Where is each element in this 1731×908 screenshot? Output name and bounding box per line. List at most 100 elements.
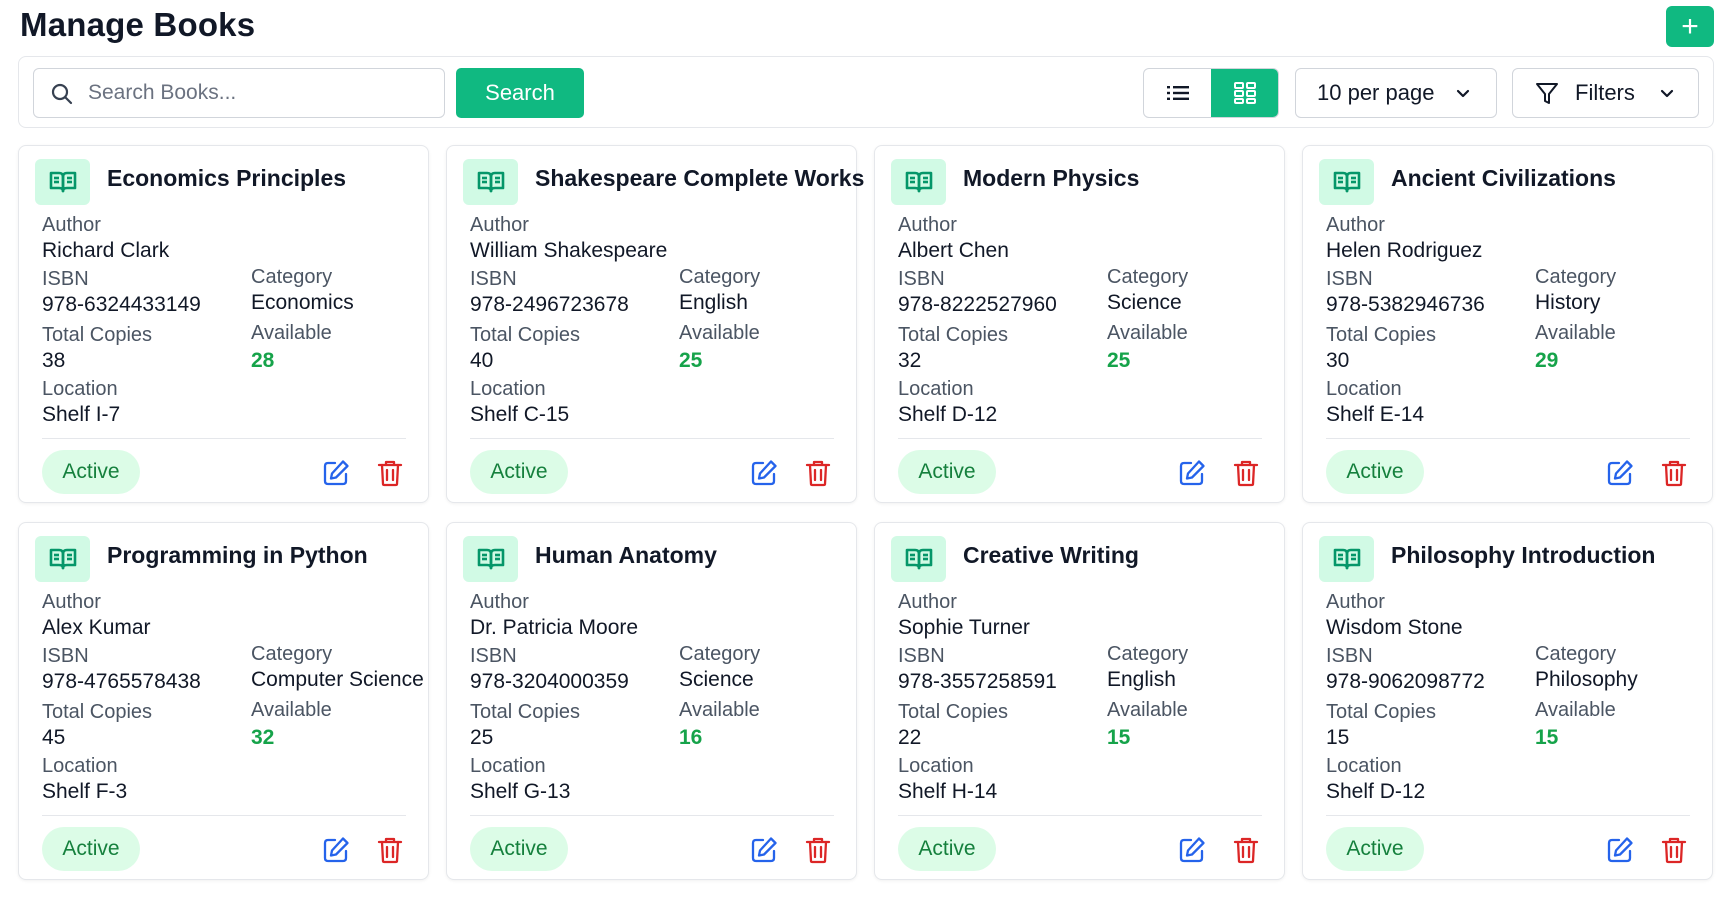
search-box[interactable]: [33, 68, 445, 118]
list-view-button[interactable]: [1144, 69, 1211, 117]
author-label: Author: [1326, 214, 1385, 236]
category-label: Category: [251, 643, 333, 665]
card-divider: [1326, 815, 1690, 816]
trash-icon[interactable]: [1661, 836, 1687, 864]
edit-icon[interactable]: [750, 459, 778, 487]
author-label: Author: [1326, 591, 1385, 613]
search-icon: [51, 83, 73, 105]
card-divider: [1326, 438, 1690, 439]
author-value: Helen Rodriguez: [1326, 239, 1483, 262]
trash-icon[interactable]: [805, 459, 831, 487]
book-open-icon: [905, 548, 932, 570]
total-copies-value: 32: [898, 349, 922, 372]
book-icon-badge: [891, 536, 946, 582]
status-badge: Active: [42, 450, 140, 494]
status-badge: Active: [898, 827, 996, 871]
isbn-label: ISBN: [470, 645, 517, 667]
total-copies-value: 22: [898, 726, 922, 749]
location-label: Location: [898, 755, 974, 777]
book-open-icon: [49, 548, 76, 570]
location-label: Location: [1326, 755, 1402, 777]
book-grid: Economics Principles Author Richard Clar…: [18, 145, 1713, 880]
author-label: Author: [470, 591, 529, 613]
trash-icon[interactable]: [805, 836, 831, 864]
isbn-label: ISBN: [470, 268, 517, 290]
filters-dropdown[interactable]: Filters: [1512, 68, 1699, 118]
author-value: Wisdom Stone: [1326, 616, 1463, 639]
card-divider: [470, 815, 834, 816]
edit-icon[interactable]: [1178, 836, 1206, 864]
available-value: 25: [679, 349, 703, 372]
book-card: Human Anatomy Author Dr. Patricia Moore …: [446, 522, 857, 880]
available-label: Available: [251, 322, 332, 344]
book-title: Programming in Python: [107, 542, 368, 568]
author-value: Sophie Turner: [898, 616, 1030, 639]
category-value: History: [1535, 291, 1601, 314]
book-card: Ancient Civilizations Author Helen Rodri…: [1302, 145, 1713, 503]
isbn-value: 978-4765578438: [42, 670, 201, 693]
available-value: 15: [1107, 726, 1131, 749]
total-copies-label: Total Copies: [42, 701, 153, 723]
category-value: Science: [679, 668, 754, 691]
category-value: Economics: [251, 291, 354, 314]
category-value: Science: [1107, 291, 1182, 314]
available-label: Available: [1535, 699, 1616, 721]
available-value: 32: [251, 726, 275, 749]
card-divider: [898, 438, 1262, 439]
category-label: Category: [251, 266, 333, 288]
total-copies-label: Total Copies: [1326, 324, 1437, 346]
book-open-icon: [1333, 171, 1360, 193]
book-title: Economics Principles: [107, 165, 347, 191]
per-page-select[interactable]: 10 per page: [1295, 68, 1497, 118]
category-label: Category: [1107, 643, 1189, 665]
edit-icon[interactable]: [1178, 459, 1206, 487]
author-value: Richard Clark: [42, 239, 170, 262]
status-badge: Active: [470, 450, 568, 494]
edit-icon[interactable]: [322, 836, 350, 864]
isbn-value: 978-2496723678: [470, 293, 629, 316]
edit-icon[interactable]: [1606, 459, 1634, 487]
total-copies-value: 40: [470, 349, 494, 372]
trash-icon[interactable]: [377, 459, 403, 487]
author-value: Albert Chen: [898, 239, 1009, 262]
isbn-value: 978-6324433149: [42, 293, 201, 316]
add-book-button[interactable]: +: [1666, 6, 1714, 47]
view-toggle: [1143, 68, 1279, 118]
book-icon-badge: [35, 536, 90, 582]
trash-icon[interactable]: [377, 836, 403, 864]
status-badge: Active: [898, 450, 996, 494]
page-title: Manage Books: [20, 6, 256, 43]
search-button[interactable]: Search: [456, 68, 584, 118]
card-divider: [470, 438, 834, 439]
book-title: Human Anatomy: [535, 542, 717, 568]
card-divider: [42, 438, 406, 439]
available-label: Available: [1107, 322, 1188, 344]
per-page-label: 10 per page: [1317, 80, 1435, 105]
book-card: Shakespeare Complete Works Author Willia…: [446, 145, 864, 503]
isbn-value: 978-5382946736: [1326, 293, 1485, 316]
location-label: Location: [42, 755, 118, 777]
isbn-value: 978-3557258591: [898, 670, 1057, 693]
edit-icon[interactable]: [750, 836, 778, 864]
category-label: Category: [1107, 266, 1189, 288]
location-value: Shelf C-15: [470, 403, 570, 426]
trash-icon[interactable]: [1233, 836, 1259, 864]
search-input[interactable]: [88, 71, 438, 115]
book-icon-badge: [1319, 159, 1374, 205]
trash-icon[interactable]: [1661, 459, 1687, 487]
isbn-label: ISBN: [898, 645, 945, 667]
author-label: Author: [42, 591, 101, 613]
location-label: Location: [470, 378, 546, 400]
trash-icon[interactable]: [1233, 459, 1259, 487]
edit-icon[interactable]: [1606, 836, 1634, 864]
grid-view-button[interactable]: [1211, 69, 1278, 117]
location-value: Shelf F-3: [42, 780, 128, 803]
location-label: Location: [470, 755, 546, 777]
total-copies-label: Total Copies: [898, 701, 1009, 723]
total-copies-label: Total Copies: [470, 324, 581, 346]
status-badge: Active: [1326, 450, 1424, 494]
edit-icon[interactable]: [322, 459, 350, 487]
list-icon: [1166, 86, 1189, 100]
total-copies-value: 45: [42, 726, 66, 749]
isbn-label: ISBN: [898, 268, 945, 290]
